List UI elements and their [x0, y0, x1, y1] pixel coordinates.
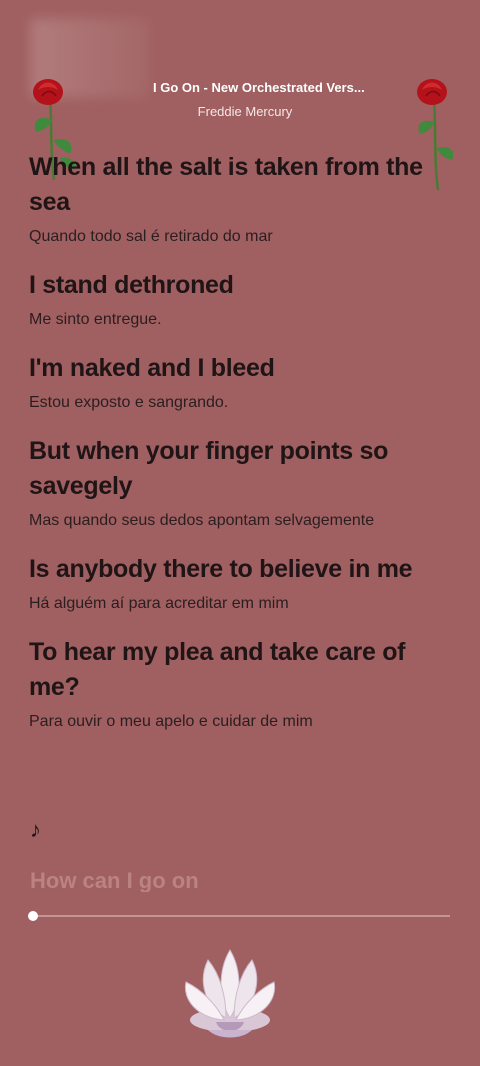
lyric-original: I stand dethroned [29, 271, 234, 299]
lyric-line[interactable]: When all the salt is taken from the sea … [29, 150, 454, 250]
lyric-original: When all the salt is taken from the sea [29, 153, 423, 216]
lyric-line[interactable]: But when your finger points so savegely … [29, 434, 454, 534]
lyric-line[interactable]: I'm naked and I bleed Estou exposto e sa… [29, 351, 454, 416]
lyric-original: Is anybody there to believe in me [29, 555, 413, 583]
lyric-line[interactable]: I stand dethroned Me sinto entregue. [29, 268, 454, 333]
lotus-flower-icon [184, 949, 276, 1038]
player-header: I Go On - New Orchestrated Vers... Fredd… [0, 0, 480, 190]
progress-bar[interactable] [28, 911, 450, 921]
lyric-original: I'm naked and I bleed [29, 354, 275, 382]
progress-knob[interactable] [28, 911, 38, 921]
lyric-translation: Há alguém aí para acreditar em mim [29, 595, 289, 612]
upcoming-lyric-line[interactable]: How can I go on [30, 868, 330, 892]
lyric-line[interactable]: Is anybody there to believe in me Há alg… [29, 552, 454, 617]
lyric-original: But when your finger points so savegely [29, 437, 389, 500]
lyric-translation: Mas quando seus dedos apontam selvagemen… [29, 512, 375, 529]
lyric-original: To hear my plea and take care of me? [29, 638, 406, 701]
lyric-translation: Estou exposto e sangrando. [29, 394, 229, 411]
lyrics-panel[interactable]: When all the salt is taken from the sea … [29, 150, 454, 753]
artist-name[interactable]: Freddie Mercury [0, 104, 480, 119]
lyric-translation: Para ouvir o meu apelo e cuidar de mim [29, 713, 313, 730]
lyric-translation: Me sinto entregue. [29, 311, 162, 328]
lyric-translation: Quando todo sal é retirado do mar [29, 228, 273, 245]
music-note-icon: ♪ [30, 817, 41, 842]
lyric-line[interactable]: To hear my plea and take care of me? Par… [29, 635, 454, 735]
song-title[interactable]: I Go On - New Orchestrated Vers... [153, 80, 413, 95]
